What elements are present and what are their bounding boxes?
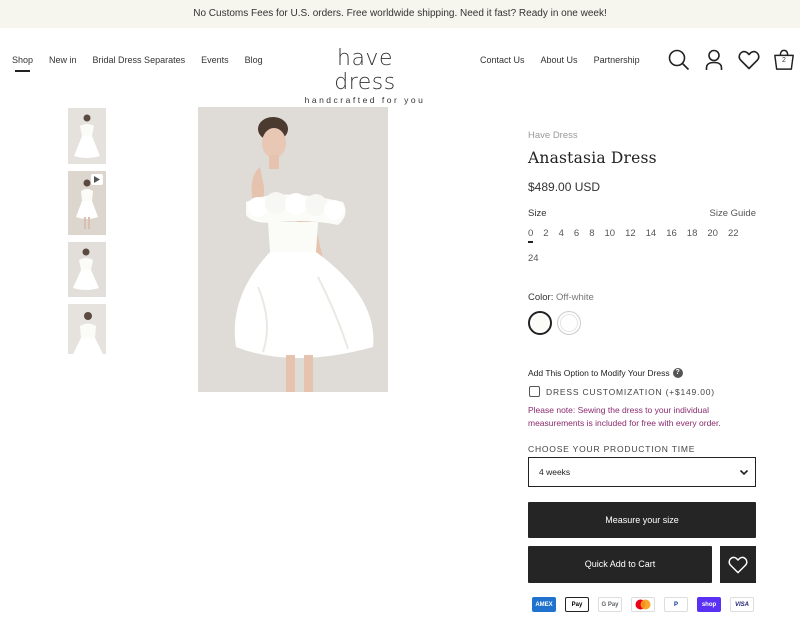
account-icon[interactable]: [703, 48, 725, 72]
size-option[interactable]: 20: [707, 228, 718, 239]
wishlist-button[interactable]: [720, 546, 756, 583]
nav-shop[interactable]: Shop: [12, 55, 33, 72]
size-option[interactable]: 4: [559, 228, 564, 239]
size-option[interactable]: 18: [687, 228, 698, 239]
color-row: Color: Off-white: [528, 292, 594, 303]
production-time-select[interactable]: 4 weeks: [528, 457, 756, 487]
thumbnail-3[interactable]: [68, 242, 106, 297]
customization-option[interactable]: DRESS CUSTOMIZATION (+$149.00): [529, 386, 715, 397]
payment-methods: AMEX Pay G Pay P shop VISA: [532, 597, 754, 612]
nav-contact-us[interactable]: Contact Us: [480, 55, 525, 65]
amex-icon: AMEX: [532, 597, 556, 612]
size-option[interactable]: 16: [666, 228, 677, 239]
add-option-heading: Add This Option to Modify Your Dress ?: [528, 368, 683, 378]
nav-blog[interactable]: Blog: [245, 55, 263, 65]
size-option[interactable]: 0: [528, 228, 534, 243]
cart-count: 2: [782, 57, 786, 64]
thumbnail-video[interactable]: [68, 171, 106, 235]
product-price: $489.00 USD: [528, 180, 601, 194]
size-option[interactable]: 12: [625, 228, 636, 239]
thumbnail-4[interactable]: [68, 304, 106, 354]
nav-about-us[interactable]: About Us: [541, 55, 578, 65]
visa-icon: VISA: [730, 597, 754, 612]
cart-icon[interactable]: 2: [773, 48, 795, 72]
product-vendor[interactable]: Have Dress: [528, 130, 756, 141]
help-icon[interactable]: ?: [672, 368, 683, 378]
heart-icon[interactable]: [738, 48, 760, 72]
size-option[interactable]: 22: [728, 228, 739, 239]
mastercard-icon: [631, 597, 655, 612]
main-nav-left: Shop New in Bridal Dress Separates Event…: [12, 55, 263, 72]
size-option[interactable]: 24: [528, 253, 539, 264]
customization-note: Please note: Sewing the dress to your in…: [528, 405, 721, 428]
shop-pay-icon: shop: [697, 597, 721, 612]
nav-bridal-separates[interactable]: Bridal Dress Separates: [93, 55, 186, 65]
color-swatches: [528, 311, 581, 335]
customization-checkbox[interactable]: [529, 386, 540, 397]
heart-icon: [728, 556, 748, 573]
product-main-image[interactable]: [198, 107, 388, 392]
site-logo[interactable]: have dress handcrafted for you: [304, 46, 426, 106]
nav-events[interactable]: Events: [201, 55, 229, 65]
add-option-label: Add This Option to Modify Your Dress: [528, 368, 670, 378]
customization-label[interactable]: DRESS CUSTOMIZATION (+$149.00): [546, 387, 715, 397]
google-pay-icon: G Pay: [598, 597, 622, 612]
size-option[interactable]: 8: [589, 228, 594, 239]
nav-new-in[interactable]: New in: [49, 55, 77, 65]
size-options: 0 2 4 6 8 10 12 14 16 18 20 22 24: [528, 228, 756, 264]
product-info: Have Dress Anastasia Dress $489.00 USD: [528, 130, 756, 194]
paypal-icon: P: [664, 597, 688, 612]
size-label: Size: [528, 208, 547, 219]
color-value: Off-white: [555, 292, 594, 303]
color-swatch-off-white[interactable]: [528, 311, 552, 335]
search-icon[interactable]: [668, 48, 690, 72]
color-swatch-white[interactable]: [557, 311, 581, 335]
production-time-label: CHOOSE YOUR PRODUCTION TIME: [528, 444, 696, 454]
product-thumbnails: [68, 108, 106, 361]
logo-wordmark: have dress: [334, 46, 396, 95]
size-option[interactable]: 14: [646, 228, 657, 239]
production-time-value: 4 weeks: [539, 467, 571, 477]
size-option[interactable]: 2: [543, 228, 548, 239]
apple-pay-icon: Pay: [565, 597, 589, 612]
main-nav-right: Contact Us About Us Partnership: [480, 55, 640, 65]
product-title: Anastasia Dress: [528, 149, 657, 167]
size-option[interactable]: 6: [574, 228, 579, 239]
size-guide-link[interactable]: Size Guide: [710, 208, 756, 219]
nav-partnership[interactable]: Partnership: [594, 55, 640, 65]
quick-add-to-cart-button[interactable]: Quick Add to Cart: [528, 546, 712, 583]
logo-tagline: handcrafted for you: [304, 95, 426, 105]
size-header: Size Size Guide: [528, 208, 756, 219]
color-label: Color:: [528, 292, 554, 303]
play-icon: [91, 174, 103, 185]
measure-size-button[interactable]: Measure your size: [528, 502, 756, 538]
size-option[interactable]: 10: [604, 228, 615, 239]
thumbnail-1[interactable]: [68, 108, 106, 164]
header-icons: 2: [668, 48, 795, 72]
chevron-down-icon: [739, 469, 749, 476]
announcement-bar: No Customs Fees for U.S. orders. Free wo…: [0, 0, 800, 28]
